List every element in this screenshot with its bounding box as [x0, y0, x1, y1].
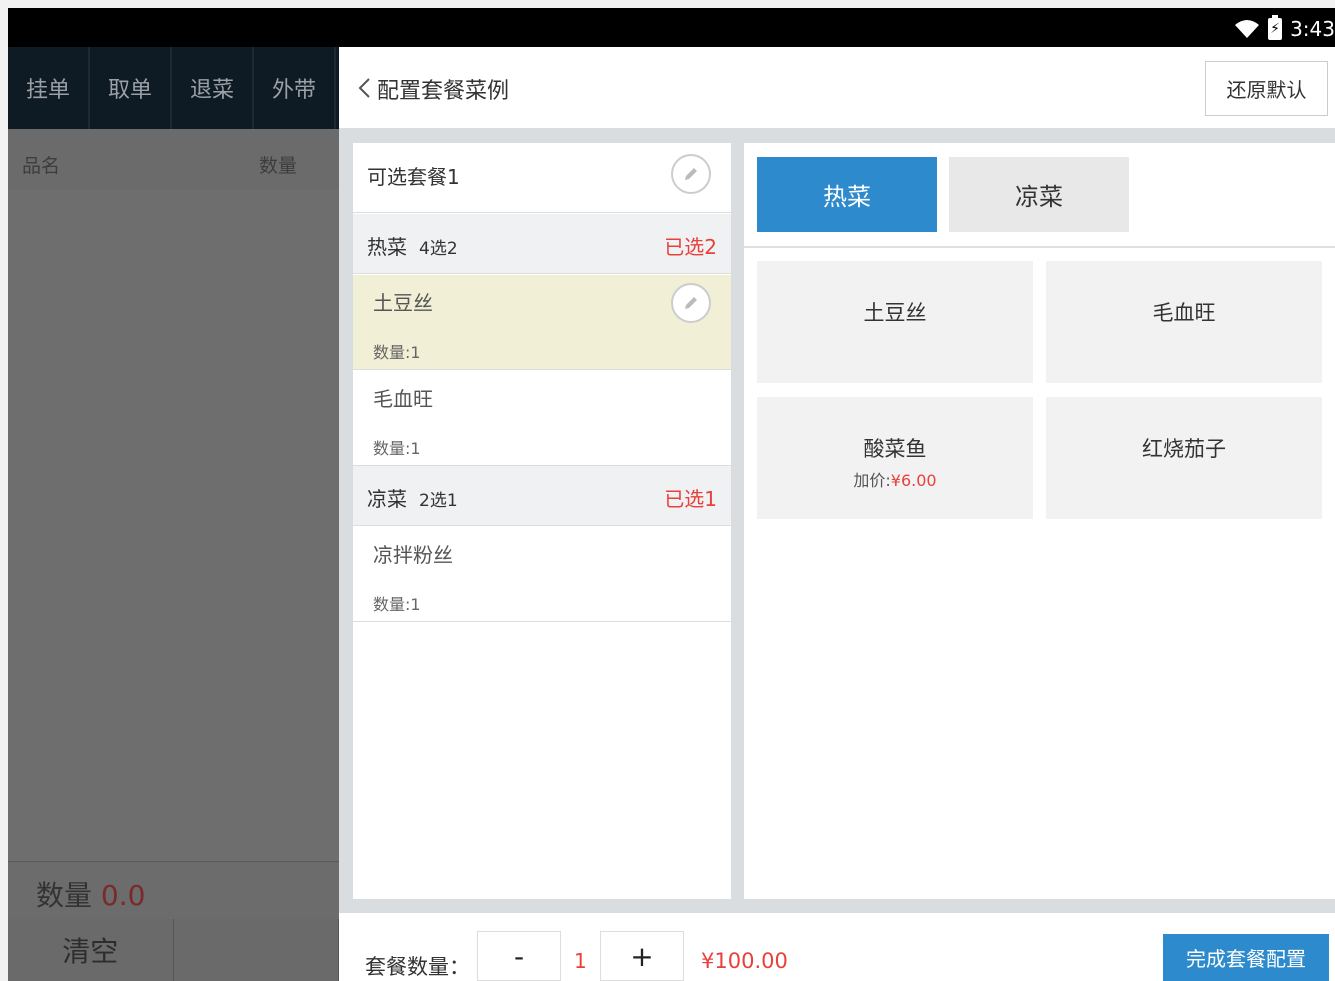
dish-option-card[interactable]: 土豆丝	[757, 261, 1033, 383]
hold-order-button[interactable]: 挂单	[8, 47, 90, 129]
combo-name: 可选套餐1	[367, 165, 460, 189]
dish-option-name: 土豆丝	[863, 301, 927, 325]
dish-option-name: 酸菜鱼	[863, 437, 927, 461]
page-title: 配置套餐菜例	[377, 79, 510, 104]
reset-default-button[interactable]: 还原默认	[1205, 61, 1328, 116]
dish-option-name: 毛血旺	[1152, 301, 1216, 325]
pencil-icon	[685, 168, 697, 180]
order-actions: 清空	[8, 919, 339, 981]
pencil-icon	[685, 297, 697, 309]
dish-option-card[interactable]: 毛血旺	[1046, 261, 1322, 383]
selected-dish-row[interactable]: 毛血旺 数量:1	[353, 371, 731, 466]
group-rule: 2选1	[419, 491, 458, 511]
order-qty-summary: 数量 0.0	[8, 861, 339, 919]
order-list	[8, 189, 339, 861]
dish-qty: 数量:1	[373, 343, 421, 362]
combo-qty-value: 1	[574, 949, 587, 973]
column-name: 品名	[22, 155, 61, 177]
retrieve-order-button[interactable]: 取单	[90, 47, 172, 129]
order-toolbar: 挂单 取单 退菜 外带	[8, 47, 339, 129]
dish-name: 凉拌粉丝	[373, 543, 453, 567]
group-name: 热菜	[367, 235, 407, 259]
finish-config-button[interactable]: 完成套餐配置	[1163, 934, 1329, 981]
dish-qty: 数量:1	[373, 439, 421, 458]
clear-button[interactable]: 清空	[8, 919, 174, 981]
config-titlebar: 配置套餐菜例 还原默认	[339, 47, 1335, 129]
edit-combo-button[interactable]	[671, 154, 711, 194]
order-action-button[interactable]	[174, 919, 339, 981]
group-row-cold[interactable]: 凉菜 2选1 已选1	[353, 466, 731, 526]
dish-option-name: 红烧茄子	[1142, 437, 1226, 461]
tab-hot-dishes[interactable]: 热菜	[757, 157, 937, 232]
dish-name: 毛血旺	[373, 387, 433, 411]
increase-qty-button[interactable]: +	[600, 931, 684, 981]
column-qty: 数量	[259, 155, 298, 177]
qty-value: 0.0	[100, 879, 146, 912]
combo-header: 可选套餐1	[353, 143, 731, 213]
combo-qty-label: 套餐数量：	[365, 955, 470, 979]
dish-name: 土豆丝	[373, 291, 433, 315]
edit-dish-button[interactable]	[671, 283, 711, 323]
order-panel: 挂单 取单 退菜 外带 品名 数量 数量 0.0 清空	[8, 47, 339, 981]
clock: 3:43	[1290, 17, 1335, 41]
takeout-button[interactable]: 外带	[254, 47, 336, 129]
tab-cold-dishes[interactable]: 凉菜	[949, 157, 1129, 232]
extra-price-value: ¥6.00	[890, 471, 937, 490]
dish-option-card[interactable]: 红烧茄子	[1046, 397, 1322, 519]
status-bar: ⚡ 3:43	[8, 8, 1335, 47]
screen: ⚡ 3:43 挂单 取单 退菜 外带 品名 数量 数量 0.0 清空 配置套餐菜…	[8, 8, 1335, 981]
group-selected-count: 已选1	[664, 487, 717, 511]
wifi-icon	[1235, 20, 1260, 38]
dish-qty: 数量:1	[373, 595, 421, 614]
qty-label: 数量	[36, 879, 93, 912]
battery-icon: ⚡	[1268, 15, 1283, 40]
group-selected-count: 已选2	[664, 235, 717, 259]
group-name: 凉菜	[367, 487, 407, 511]
selected-dish-row[interactable]: 凉拌粉丝 数量:1	[353, 527, 731, 622]
group-rule: 4选2	[419, 239, 458, 259]
order-list-header: 品名 数量	[8, 129, 339, 189]
dish-option-card[interactable]: 酸菜鱼 加价:¥6.00	[757, 397, 1033, 519]
group-row-hot[interactable]: 热菜 4选2 已选2	[353, 214, 731, 274]
tab-divider	[744, 246, 1335, 248]
selected-dish-row[interactable]: 土豆丝 数量:1	[353, 275, 731, 370]
return-dish-button[interactable]: 退菜	[172, 47, 254, 129]
combo-config-panel: 配置套餐菜例 还原默认 可选套餐1 热菜 4选2 已选2 土豆丝 数量:1 毛血…	[339, 47, 1335, 981]
decrease-qty-button[interactable]: -	[477, 931, 561, 981]
back-arrow-icon[interactable]	[357, 77, 371, 99]
dish-picker: 热菜 凉菜 土豆丝 毛血旺 酸菜鱼 加价:¥6.00 红烧茄子	[744, 143, 1335, 899]
combo-price: ¥100.00	[701, 949, 788, 973]
combo-selection-list: 可选套餐1 热菜 4选2 已选2 土豆丝 数量:1 毛血旺 数量:1 凉菜 2选…	[353, 143, 731, 899]
extra-price-label: 加价:	[853, 471, 891, 490]
config-footer: 套餐数量： - 1 + ¥100.00 完成套餐配置	[339, 913, 1335, 981]
